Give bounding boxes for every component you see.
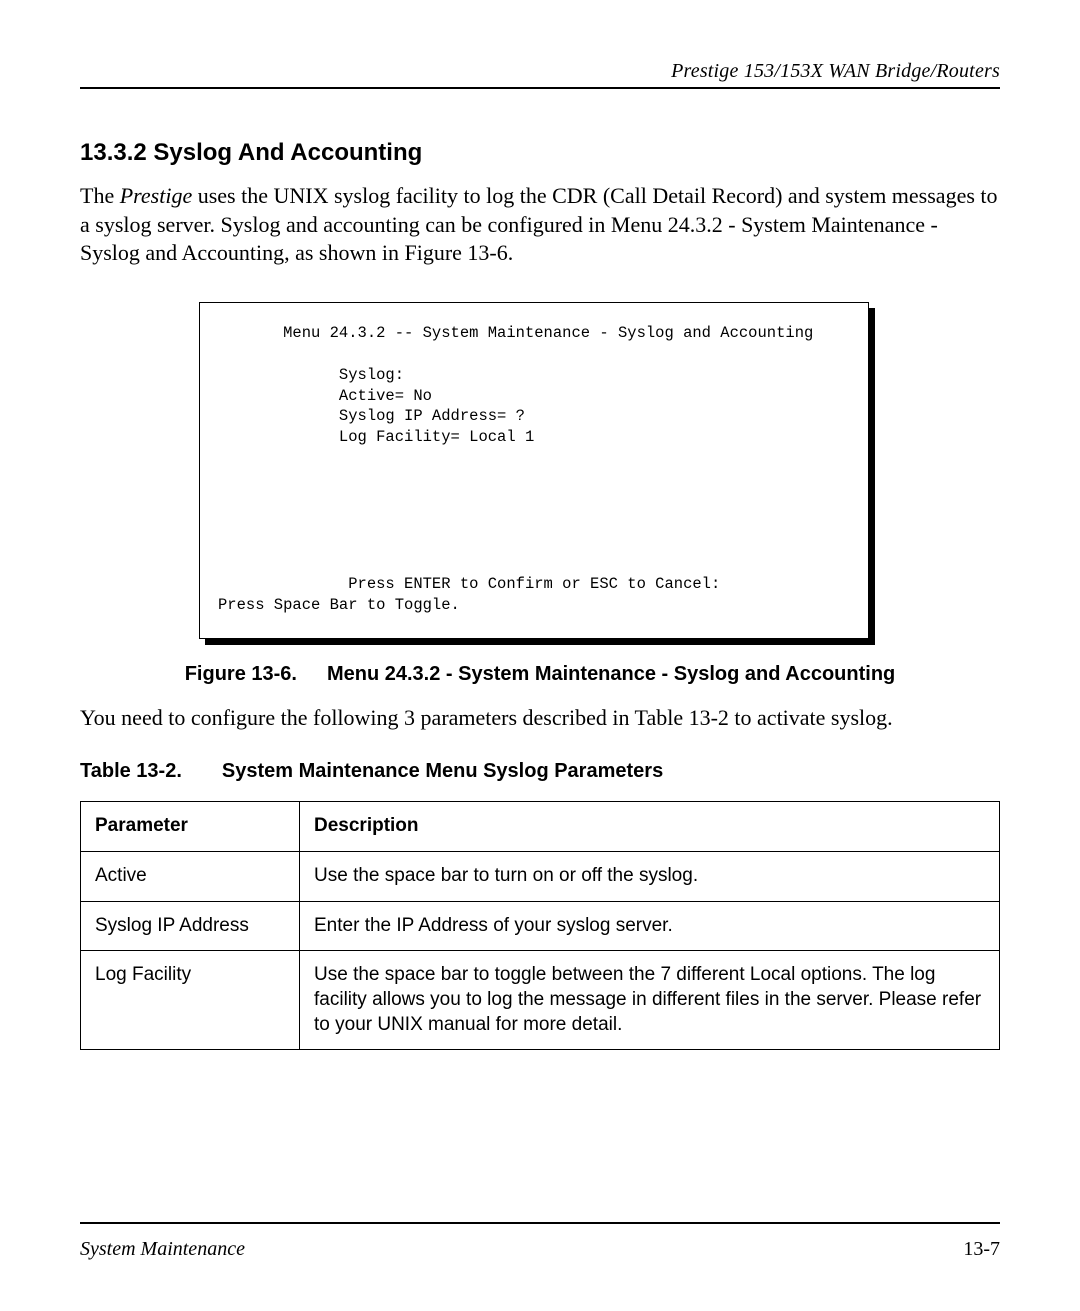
figure-toggle-line: Press Space Bar to Toggle.: [218, 596, 460, 614]
between-paragraph: You need to configure the following 3 pa…: [80, 704, 1000, 733]
cell-param: Active: [81, 851, 300, 901]
figure-caption-text: Menu 24.3.2 - System Maintenance - Syslo…: [327, 663, 895, 685]
figure-line-11: Press ENTER to Confirm or ESC to Cancel:: [218, 575, 720, 593]
header-title: Prestige 153/153X WAN Bridge/Routers: [671, 60, 1000, 82]
footer-left: System Maintenance: [80, 1238, 245, 1261]
figure-container: Menu 24.3.2 -- System Maintenance - Sysl…: [205, 308, 875, 645]
terminal-screen: Menu 24.3.2 -- System Maintenance - Sysl…: [199, 302, 869, 639]
table-row: Active Use the space bar to turn on or o…: [81, 851, 1000, 901]
table-row: Syslog IP Address Enter the IP Address o…: [81, 901, 1000, 951]
running-header: Prestige 153/153X WAN Bridge/Routers: [80, 60, 1000, 89]
header-description: Description: [300, 802, 1000, 852]
intro-paragraph: The Prestige uses the UNIX syslog facili…: [80, 182, 1000, 268]
table-row: Log Facility Use the space bar to toggle…: [81, 951, 1000, 1050]
header-parameter: Parameter: [81, 802, 300, 852]
table-caption: Table 13-2. System Maintenance Menu Syslo…: [80, 760, 1000, 783]
intro-post: uses the UNIX syslog facility to log the…: [80, 183, 998, 265]
cell-param: Syslog IP Address: [81, 901, 300, 951]
page: Prestige 153/153X WAN Bridge/Routers 13.…: [0, 0, 1080, 1311]
intro-pre: The: [80, 183, 120, 208]
figure-line-3: Syslog IP Address= ?: [218, 407, 525, 425]
page-footer: System Maintenance 13-7: [80, 1222, 1000, 1261]
table-header-row: Parameter Description: [81, 802, 1000, 852]
footer-right: 13-7: [963, 1238, 1000, 1261]
cell-param: Log Facility: [81, 951, 300, 1050]
cell-desc: Use the space bar to toggle between the …: [300, 951, 1000, 1050]
figure-caption-label: Figure 13-6.: [185, 663, 297, 685]
figure-shadow: Menu 24.3.2 -- System Maintenance - Sysl…: [205, 308, 875, 645]
menu-title-line: Menu 24.3.2 -- System Maintenance - Sysl…: [218, 324, 813, 342]
figure-caption: Figure 13-6. Menu 24.3.2 - System Mainten…: [80, 663, 1000, 686]
intro-italic: Prestige: [120, 183, 193, 208]
section-heading: 13.3.2 Syslog And Accounting: [80, 139, 1000, 167]
cell-desc: Use the space bar to turn on or off the …: [300, 851, 1000, 901]
table-caption-text: System Maintenance Menu Syslog Parameter…: [222, 760, 663, 782]
table-caption-label: Table 13-2.: [80, 760, 182, 782]
cell-desc: Enter the IP Address of your syslog serv…: [300, 901, 1000, 951]
figure-line-4: Log Facility= Local 1: [218, 428, 534, 446]
parameters-table: Parameter Description Active Use the spa…: [80, 801, 1000, 1050]
figure-line-1: Syslog:: [218, 366, 404, 384]
figure-line-2: Active= No: [218, 387, 432, 405]
